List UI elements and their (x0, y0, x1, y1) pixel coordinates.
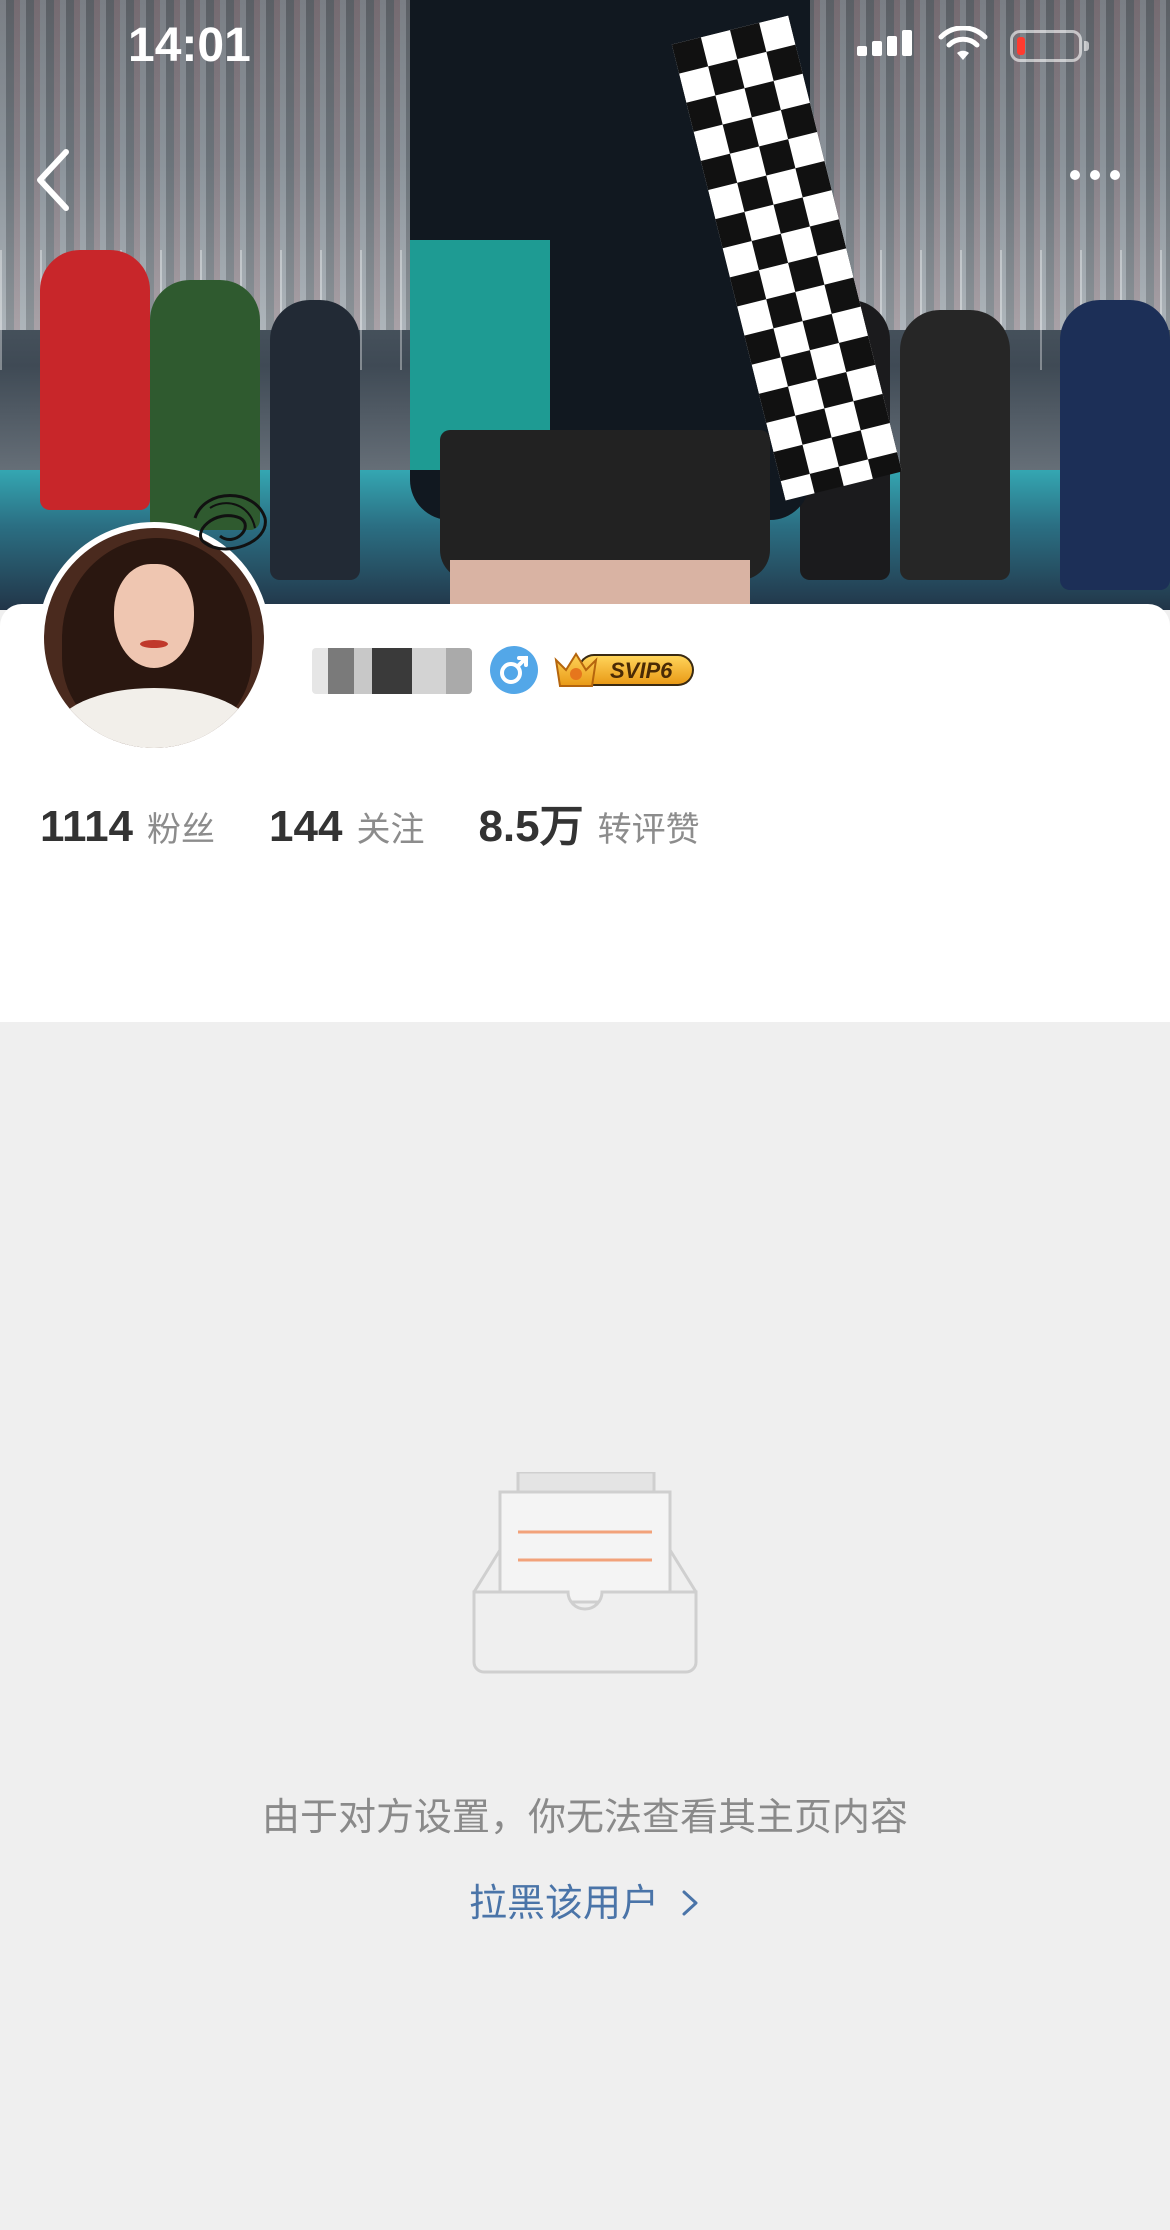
status-bar: 14:01 (0, 0, 1170, 100)
avatar-lips (140, 640, 168, 648)
avatar-pendant-icon (193, 494, 267, 551)
empty-state-message: 由于对方设置，你无法查看其主页内容 (261, 1795, 908, 1839)
stat-label: 关注 (356, 810, 425, 850)
stat-reposts-comments-likes[interactable]: 8.5万 转评赞 (478, 790, 699, 854)
banner-person-black2 (900, 310, 1010, 580)
banner-person-red (40, 250, 150, 510)
stat-value: 144 (269, 802, 343, 851)
block-user-label: 拉黑该用户 (468, 1881, 659, 1925)
banner-person-navy (1060, 300, 1170, 590)
banner-person-dark (270, 300, 360, 580)
stat-value: 8.5万 (478, 802, 584, 851)
stat-value: 1114 (40, 802, 134, 851)
wifi-icon (938, 26, 988, 60)
stat-label: 转评赞 (597, 810, 700, 850)
profile-stats: 1114 粉丝 144 关注 8.5万 转评赞 (40, 790, 754, 852)
back-button[interactable] (26, 140, 86, 220)
battery-icon (1010, 30, 1089, 62)
stat-following[interactable]: 144 关注 (269, 802, 424, 852)
empty-box-icon (472, 1472, 698, 1674)
more-options-button[interactable] (1060, 150, 1130, 200)
cellular-signal-icon (857, 30, 915, 56)
stat-label: 粉丝 (147, 810, 216, 850)
avatar-face (114, 564, 194, 668)
svip-badge-label: SVIP6 (610, 658, 673, 683)
chevron-right-icon (682, 1890, 698, 1916)
banner-legs (450, 560, 750, 610)
block-user-link[interactable]: 拉黑该用户 (0, 1872, 1170, 1927)
svip-badge[interactable]: SVIP6 (552, 646, 698, 692)
username (312, 648, 472, 694)
male-icon (490, 646, 538, 694)
stat-followers[interactable]: 1114 粉丝 (40, 802, 215, 852)
chevron-left-icon (37, 149, 69, 211)
status-time: 14:01 (128, 19, 251, 72)
banner-skirt (440, 430, 770, 580)
